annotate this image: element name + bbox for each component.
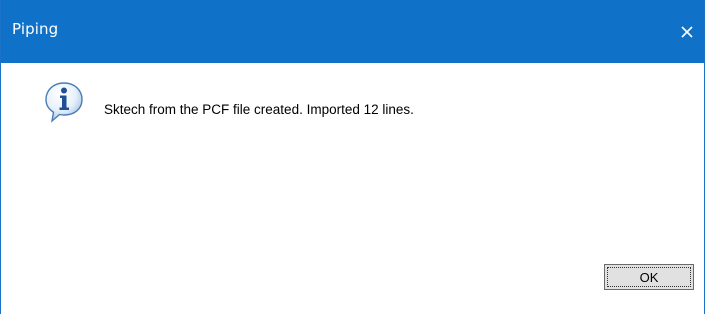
ok-button[interactable]: OK xyxy=(604,264,694,290)
info-icon xyxy=(45,82,83,123)
close-icon xyxy=(681,26,693,38)
message-dialog: Piping Sktech from the PCF file created.… xyxy=(0,0,705,314)
message-text: Sktech from the PCF file created. Import… xyxy=(104,102,414,117)
window-title: Piping xyxy=(12,20,59,38)
title-bar[interactable]: Piping xyxy=(1,0,704,63)
close-button[interactable] xyxy=(670,14,704,50)
ok-button-label: OK xyxy=(639,269,659,285)
